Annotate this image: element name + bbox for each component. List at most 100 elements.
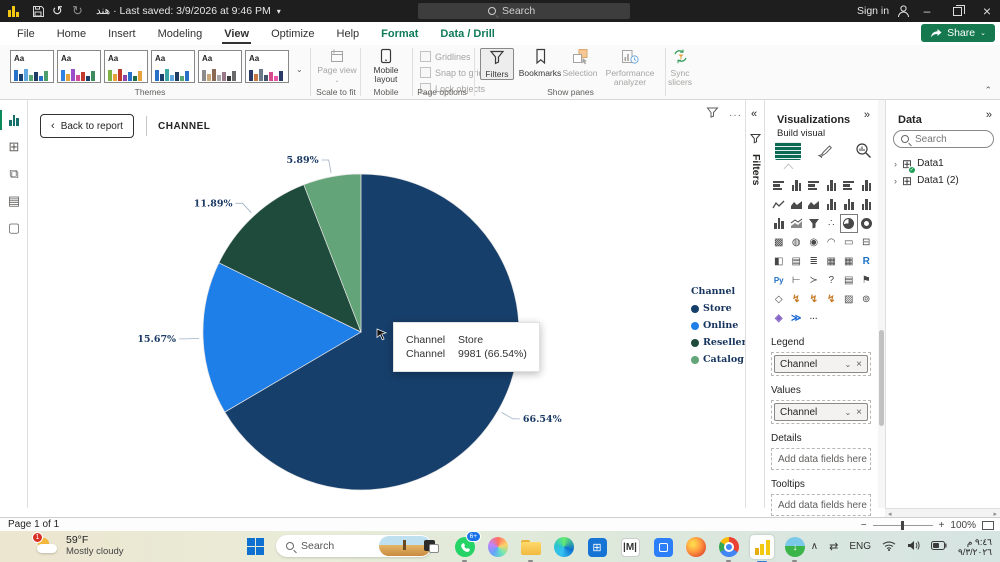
- key-influencers-icon[interactable]: ⊢: [788, 271, 806, 290]
- fit-to-page-icon[interactable]: [982, 521, 994, 530]
- tab-file[interactable]: File: [6, 22, 46, 45]
- metrics-icon[interactable]: ⚑: [858, 271, 876, 290]
- theme-thumbnail[interactable]: Aa: [198, 50, 242, 83]
- pie-chart-icon[interactable]: [840, 214, 858, 233]
- paginated-report-icon[interactable]: ▤: [840, 271, 858, 290]
- zoom-in-icon[interactable]: +: [939, 520, 945, 531]
- tab-format[interactable]: Format: [370, 22, 429, 45]
- theme-thumbnail[interactable]: Aa: [10, 50, 54, 83]
- expand-chevron-icon[interactable]: ›: [894, 159, 897, 169]
- remove-field-icon[interactable]: ×: [856, 407, 862, 418]
- analytics-tab[interactable]: [855, 142, 873, 164]
- legend-item-online[interactable]: Online: [691, 320, 747, 331]
- titlebar-search-input[interactable]: Search: [418, 3, 630, 19]
- filters-pane-label[interactable]: Filters: [750, 154, 762, 186]
- custom-visual-diamond-icon[interactable]: ◈: [770, 309, 788, 328]
- stacked-column-chart-icon[interactable]: [788, 176, 806, 195]
- line-and-clustered-column-chart-icon[interactable]: [840, 195, 858, 214]
- field-pill[interactable]: Channel⌄×: [774, 355, 868, 373]
- python-visual-icon[interactable]: Py: [770, 271, 788, 290]
- r-script-visual-icon[interactable]: R: [858, 252, 876, 271]
- gauge-icon[interactable]: ◠: [823, 233, 841, 252]
- tab-optimize[interactable]: Optimize: [260, 22, 325, 45]
- page-view-button[interactable]: Page view ⌄: [316, 48, 358, 86]
- decomposition-tree-icon[interactable]: ≻: [805, 271, 823, 290]
- legend-item-catalog[interactable]: Catalog: [691, 354, 747, 365]
- idm-taskbar-icon[interactable]: ↓: [783, 535, 807, 559]
- zoom-out-icon[interactable]: −: [861, 520, 867, 531]
- panel-horizontal-scrollbar[interactable]: ◂▸: [885, 508, 1000, 517]
- quick-settings-icon[interactable]: ⇄: [829, 540, 838, 553]
- build-visual-tab[interactable]: [775, 142, 801, 163]
- battery-icon[interactable]: [931, 541, 947, 553]
- field-pill[interactable]: Channel⌄×: [774, 403, 868, 421]
- hidden-icons-chevron[interactable]: ∧: [811, 541, 818, 552]
- zoom-slider[interactable]: [873, 525, 933, 526]
- data-search-box[interactable]: [893, 130, 994, 148]
- theme-thumbnail[interactable]: Aa: [104, 50, 148, 83]
- tab-modeling[interactable]: Modeling: [147, 22, 214, 45]
- legend-item-store[interactable]: Store: [691, 303, 747, 314]
- last-saved-label[interactable]: هند · Last saved: 3/9/2026 at 9:46 PM▾: [96, 0, 281, 22]
- field-well[interactable]: Channel⌄×: [771, 352, 871, 376]
- tab-home[interactable]: Home: [46, 22, 97, 45]
- clustered-column-chart-icon[interactable]: [823, 176, 841, 195]
- clustered-bar-chart-icon[interactable]: [805, 176, 823, 195]
- minimize-button[interactable]: –: [912, 0, 942, 22]
- chevron-down-icon[interactable]: ⌄: [844, 408, 851, 417]
- firefox-taskbar-icon[interactable]: [684, 535, 708, 559]
- power-bi-taskbar-icon[interactable]: [750, 535, 774, 559]
- taskbar-search-box[interactable]: Search: [276, 535, 432, 557]
- matrix-icon[interactable]: ▦: [840, 252, 858, 271]
- combo-chart-icon[interactable]: [788, 214, 806, 233]
- tab-help[interactable]: Help: [326, 22, 371, 45]
- wifi-icon[interactable]: [882, 540, 896, 554]
- line-chart-icon[interactable]: [770, 195, 788, 214]
- kpi-icon[interactable]: ◧: [770, 252, 788, 271]
- data-table-item[interactable]: ›⊞✓Data1: [894, 158, 1000, 169]
- messages-app-taskbar-icon[interactable]: [651, 535, 675, 559]
- file-explorer-taskbar-icon[interactable]: [519, 535, 543, 559]
- collapse-data-icon[interactable]: »: [986, 109, 992, 121]
- edge-taskbar-icon[interactable]: [552, 535, 576, 559]
- collapse-ribbon-icon[interactable]: ⌃: [984, 85, 992, 96]
- visualizations-scrollbar[interactable]: [878, 100, 885, 508]
- chrome-taskbar-icon[interactable]: [717, 535, 741, 559]
- tab-data-drill[interactable]: Data / Drill: [429, 22, 505, 45]
- stacked-area-chart-icon[interactable]: [805, 195, 823, 214]
- ribbon-chart-icon[interactable]: [858, 195, 876, 214]
- line-and-stacked-column-chart-icon[interactable]: [823, 195, 841, 214]
- card-new-icon[interactable]: ▭: [840, 233, 858, 252]
- funnel-chart-icon[interactable]: [805, 214, 823, 233]
- stacked-bar-chart-icon[interactable]: [770, 176, 788, 195]
- treemap-icon[interactable]: ▩: [770, 233, 788, 252]
- expand-filters-icon[interactable]: «: [751, 108, 757, 120]
- smart-narrative-icon[interactable]: ≣: [805, 252, 823, 271]
- volume-icon[interactable]: [907, 540, 920, 554]
- 100-stacked-column-chart-icon[interactable]: [858, 176, 876, 195]
- restore-button[interactable]: [942, 0, 972, 22]
- copilot-taskbar-icon[interactable]: [486, 535, 510, 559]
- table-icon[interactable]: ▦: [823, 252, 841, 271]
- start-button[interactable]: [247, 538, 264, 555]
- dax-query-view-button[interactable]: ▤: [0, 189, 28, 213]
- image-visual-icon[interactable]: ▨: [840, 290, 858, 309]
- sign-in-button[interactable]: Sign in: [857, 0, 889, 22]
- table-view-button[interactable]: ⊞: [0, 135, 28, 159]
- gateway-2-icon[interactable]: ↯: [805, 290, 823, 309]
- theme-thumbnail[interactable]: Aa: [245, 50, 289, 83]
- power-automate-icon[interactable]: ≫: [788, 309, 806, 328]
- empty-field-well[interactable]: Add data fields here: [771, 448, 871, 470]
- qna-visual-icon[interactable]: ?: [823, 271, 841, 290]
- taskbar-clock[interactable]: ٩:٤٦ م٩/٣/٢٠٢٦: [958, 537, 992, 557]
- m365-app-taskbar-icon[interactable]: |M|: [618, 535, 642, 559]
- waterfall-chart-icon[interactable]: [770, 214, 788, 233]
- themes-gallery-expand-icon[interactable]: ⌄: [296, 65, 303, 74]
- filters-button[interactable]: Filters: [480, 48, 514, 80]
- theme-thumbnail[interactable]: Aa: [57, 50, 101, 83]
- get-more-visuals-icon[interactable]: ···: [805, 309, 823, 328]
- data-table-item[interactable]: ›⊞Data1 (2): [894, 175, 1000, 186]
- undo-button[interactable]: ↺: [52, 0, 63, 22]
- microsoft-store-taskbar-icon[interactable]: ⊞: [585, 535, 609, 559]
- tmdl-view-button[interactable]: ▢: [0, 216, 28, 240]
